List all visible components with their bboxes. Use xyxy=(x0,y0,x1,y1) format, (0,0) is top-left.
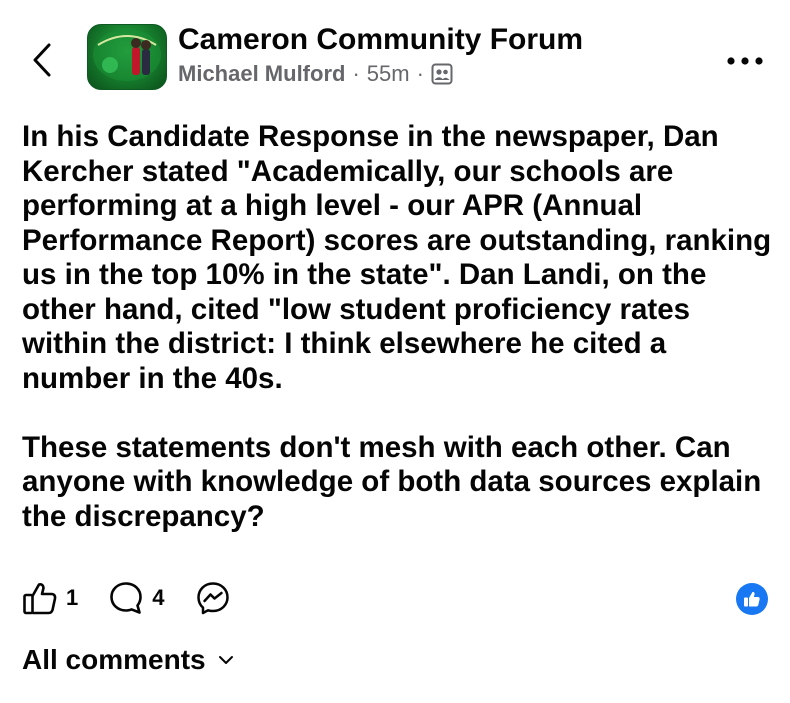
post-page: Cameron Community Forum Michael Mulford … xyxy=(0,0,790,703)
send-in-messenger-button[interactable] xyxy=(195,580,231,616)
comment-count: 4 xyxy=(152,585,165,610)
all-comments-label: All comments xyxy=(22,644,206,675)
group-name[interactable]: Cameron Community Forum xyxy=(178,22,583,58)
like-button[interactable]: 1 xyxy=(22,580,78,616)
meta-separator: · xyxy=(352,61,360,86)
group-avatar-image xyxy=(93,29,161,81)
thumbs-up-icon xyxy=(23,583,57,615)
post-time[interactable]: 55m xyxy=(367,60,410,88)
post-actions: 1 4 xyxy=(22,578,261,618)
more-horizontal-icon xyxy=(727,57,763,65)
post-paragraph: In his Candidate Response in the newspap… xyxy=(22,120,772,395)
comment-bubble-icon xyxy=(110,582,143,614)
meta-separator: · xyxy=(416,61,424,86)
more-options-button[interactable] xyxy=(722,46,768,76)
like-reaction-icon[interactable] xyxy=(736,583,768,615)
chevron-down-icon xyxy=(218,656,233,664)
messenger-icon xyxy=(196,582,229,615)
back-button[interactable] xyxy=(22,40,62,80)
group-members-icon xyxy=(431,63,453,85)
all-comments-dropdown[interactable]: All comments xyxy=(22,644,234,676)
post-paragraph: These statements don't mesh with each ot… xyxy=(22,430,762,533)
post-body: In his Candidate Response in the newspap… xyxy=(22,120,782,534)
chevron-left-icon xyxy=(33,43,51,77)
post-header: Cameron Community Forum Michael Mulford … xyxy=(178,22,583,88)
comment-button[interactable]: 4 xyxy=(108,580,165,616)
post-meta: Michael Mulford · 55m · xyxy=(178,60,583,88)
author-name[interactable]: Michael Mulford xyxy=(178,60,345,88)
like-count: 1 xyxy=(66,585,79,610)
thumbs-up-filled-icon xyxy=(744,591,760,607)
group-avatar[interactable] xyxy=(87,24,167,90)
